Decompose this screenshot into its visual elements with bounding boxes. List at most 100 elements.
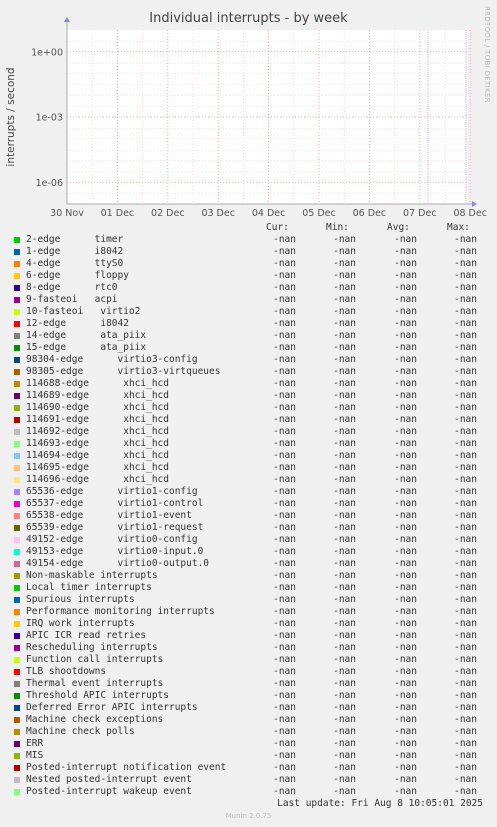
value-max: -nan xyxy=(454,774,477,785)
value-min: -nan xyxy=(333,438,356,449)
value-max: -nan xyxy=(454,510,477,521)
value-cur: -nan xyxy=(273,714,296,725)
value-max: -nan xyxy=(454,318,477,329)
x-axis-arrow xyxy=(472,201,477,207)
x-tick-label: 01 Dec xyxy=(101,208,135,219)
value-avg: -nan xyxy=(394,654,417,665)
value-min: -nan xyxy=(333,390,356,401)
value-min: -nan xyxy=(333,414,356,425)
value-avg: -nan xyxy=(394,282,417,293)
value-avg: -nan xyxy=(394,462,417,473)
x-tick-label: 08 Dec xyxy=(453,208,487,219)
series-label: TLB shootdowns xyxy=(26,666,107,677)
value-cur: -nan xyxy=(273,426,296,437)
legend-swatch xyxy=(14,549,20,555)
value-max: -nan xyxy=(454,234,477,245)
value-min: -nan xyxy=(333,630,356,641)
legend-swatch xyxy=(14,381,20,387)
value-min: -nan xyxy=(333,594,356,605)
value-avg: -nan xyxy=(394,258,417,269)
legend-swatch xyxy=(14,261,20,267)
series-label: 114695-edge xhci_hcd xyxy=(26,462,169,473)
value-max: -nan xyxy=(454,450,477,461)
series-label: 2-edge timer xyxy=(26,234,124,245)
legend-swatch xyxy=(14,597,20,603)
legend-swatch xyxy=(14,633,20,639)
value-max: -nan xyxy=(454,426,477,437)
value-max: -nan xyxy=(454,678,477,689)
value-avg: -nan xyxy=(394,378,417,389)
value-max: -nan xyxy=(454,750,477,761)
value-max: -nan xyxy=(454,570,477,581)
legend-swatch xyxy=(14,297,20,303)
value-cur: -nan xyxy=(273,270,296,281)
y-tick-label: 1e-06 xyxy=(36,178,63,189)
header-avg: Avg: xyxy=(387,222,410,233)
series-label: 114690-edge xhci_hcd xyxy=(26,402,169,413)
value-cur: -nan xyxy=(273,702,296,713)
x-tick-label: 04 Dec xyxy=(252,208,286,219)
legend-swatch xyxy=(14,477,20,483)
legend-swatch xyxy=(14,681,20,687)
series-label: 114692-edge xhci_hcd xyxy=(26,426,169,437)
value-avg: -nan xyxy=(394,486,417,497)
legend-swatch xyxy=(14,405,20,411)
legend-swatch xyxy=(14,249,20,255)
y-tick-label: 1e-03 xyxy=(36,113,63,124)
value-max: -nan xyxy=(454,690,477,701)
value-max: -nan xyxy=(454,438,477,449)
x-tick-label: 03 Dec xyxy=(201,208,235,219)
value-avg: -nan xyxy=(394,306,417,317)
series-label: Rescheduling interrupts xyxy=(26,642,158,653)
value-max: -nan xyxy=(454,366,477,377)
legend-swatch xyxy=(14,237,20,243)
value-cur: -nan xyxy=(273,594,296,605)
value-min: -nan xyxy=(333,234,356,245)
value-min: -nan xyxy=(333,498,356,509)
value-max: -nan xyxy=(454,498,477,509)
series-label: 14-edge ata_piix xyxy=(26,330,147,341)
series-label: Spurious interrupts xyxy=(26,594,135,605)
value-cur: -nan xyxy=(273,642,296,653)
legend-swatch xyxy=(14,765,20,771)
value-min: -nan xyxy=(333,702,356,713)
value-max: -nan xyxy=(454,330,477,341)
value-max: -nan xyxy=(454,462,477,473)
series-label: Deferred Error APIC interrupts xyxy=(26,702,198,713)
value-min: -nan xyxy=(333,486,356,497)
value-max: -nan xyxy=(454,258,477,269)
value-min: -nan xyxy=(333,366,356,377)
value-avg: -nan xyxy=(394,594,417,605)
value-min: -nan xyxy=(333,378,356,389)
value-max: -nan xyxy=(454,666,477,677)
value-max: -nan xyxy=(454,762,477,773)
value-max: -nan xyxy=(454,402,477,413)
value-cur: -nan xyxy=(273,306,296,317)
value-min: -nan xyxy=(333,750,356,761)
series-label: 98305-edge virtio3-virtqueues xyxy=(26,366,221,377)
value-avg: -nan xyxy=(394,498,417,509)
series-label: 65539-edge virtio1-request xyxy=(26,522,204,533)
value-max: -nan xyxy=(454,654,477,665)
x-tick-label: 07 Dec xyxy=(403,208,437,219)
chart-plot: 1e-06 1e-03 1e+00 30 Nov 01 Dec 02 Dec 03 Dec 0… xyxy=(5,17,487,219)
value-avg: -nan xyxy=(394,510,417,521)
value-avg: -nan xyxy=(394,666,417,677)
value-cur: -nan xyxy=(273,666,296,677)
series-label: Function call interrupts xyxy=(26,654,164,665)
x-tick-label: 30 Nov xyxy=(50,208,84,219)
value-max: -nan xyxy=(454,738,477,749)
legend-swatch xyxy=(14,441,20,447)
value-max: -nan xyxy=(454,390,477,401)
legend-swatch xyxy=(14,489,20,495)
legend-swatch xyxy=(14,561,20,567)
value-cur: -nan xyxy=(273,462,296,473)
value-cur: -nan xyxy=(273,258,296,269)
value-avg: -nan xyxy=(394,390,417,401)
series-label: MIS xyxy=(26,750,44,761)
value-avg: -nan xyxy=(394,474,417,485)
value-min: -nan xyxy=(333,510,356,521)
value-cur: -nan xyxy=(273,294,296,305)
value-max: -nan xyxy=(454,702,477,713)
legend-swatch xyxy=(14,285,20,291)
